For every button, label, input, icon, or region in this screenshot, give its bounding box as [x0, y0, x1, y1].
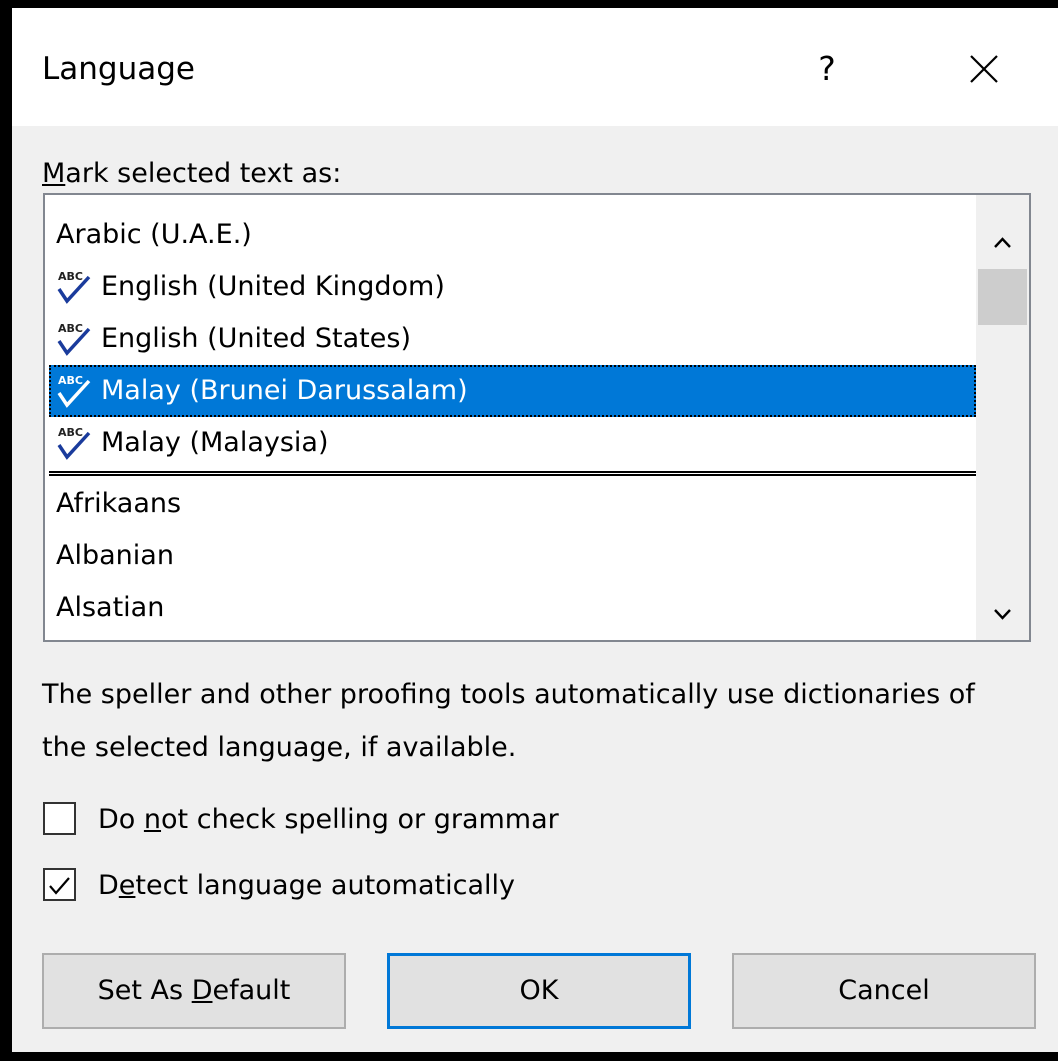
- language-list-item[interactable]: ABC Malay (Malaysia): [49, 417, 976, 469]
- language-list-item[interactable]: Arabic (U.A.E.): [49, 209, 976, 261]
- language-list-item[interactable]: Alsatian: [49, 582, 976, 634]
- language-list-item[interactable]: ABC English (United States): [49, 313, 976, 365]
- language-list-item[interactable]: ABC Malay (Brunei Darussalam): [49, 365, 976, 417]
- language-listbox[interactable]: Arabic (U.A.E.) ABC English (United Kingdo…: [43, 193, 1031, 642]
- language-label: Malay (Malaysia): [101, 427, 329, 458]
- abc-spellcheck-icon: ABC: [57, 322, 91, 356]
- abc-spellcheck-icon: ABC: [57, 426, 91, 460]
- proofing-info-text: The speller and other proofing tools aut…: [42, 679, 975, 763]
- svg-text:ABC: ABC: [58, 270, 83, 283]
- svg-text:ABC: ABC: [58, 322, 83, 335]
- do-not-check-spelling-label: Do not check spelling or grammar: [98, 804, 559, 835]
- svg-text:ABC: ABC: [58, 374, 83, 387]
- list-separator: [49, 471, 976, 476]
- language-list-item[interactable]: ABC English (United Kingdom): [49, 261, 976, 313]
- language-label: English (United States): [101, 323, 411, 354]
- mark-selected-text-label: Mark selected text as:: [42, 158, 342, 189]
- checkbox-box[interactable]: [43, 802, 76, 835]
- abc-spellcheck-icon: ABC: [57, 374, 91, 408]
- checkbox-box[interactable]: [43, 868, 76, 901]
- checkmark-icon: [49, 877, 70, 895]
- language-label: English (United Kingdom): [101, 271, 445, 302]
- help-button[interactable]: ?: [802, 44, 852, 94]
- abc-spellcheck-icon: ABC: [57, 270, 91, 304]
- set-as-default-button[interactable]: Set As Default: [42, 953, 346, 1029]
- language-list-item[interactable]: Albanian: [49, 530, 976, 582]
- ok-button[interactable]: OK: [387, 953, 691, 1029]
- scroll-thumb[interactable]: [978, 269, 1027, 325]
- language-label: Alsatian: [56, 592, 165, 623]
- dialog-title: Language: [42, 51, 195, 87]
- chevron-up-icon: [994, 237, 1011, 248]
- language-dialog: Language ? Mark selected text as: Arabic…: [12, 8, 1058, 1052]
- language-label: Malay (Brunei Darussalam): [101, 375, 468, 406]
- svg-text:ABC: ABC: [58, 426, 83, 439]
- detect-language-label: Detect language automatically: [98, 870, 515, 901]
- language-label: Afrikaans: [56, 488, 182, 519]
- scroll-down-button[interactable]: [976, 588, 1029, 640]
- close-button[interactable]: [957, 45, 1007, 95]
- chevron-down-icon: [994, 609, 1011, 620]
- cancel-button[interactable]: Cancel: [732, 953, 1036, 1029]
- scroll-up-button[interactable]: [976, 217, 1029, 269]
- listbox-scrollbar[interactable]: [976, 195, 1029, 640]
- language-label: Albanian: [56, 540, 174, 571]
- language-list-item[interactable]: Afrikaans: [49, 478, 976, 530]
- title-bar: Language ?: [12, 8, 1058, 126]
- language-label: Arabic (U.A.E.): [56, 219, 252, 250]
- close-icon: [970, 55, 998, 83]
